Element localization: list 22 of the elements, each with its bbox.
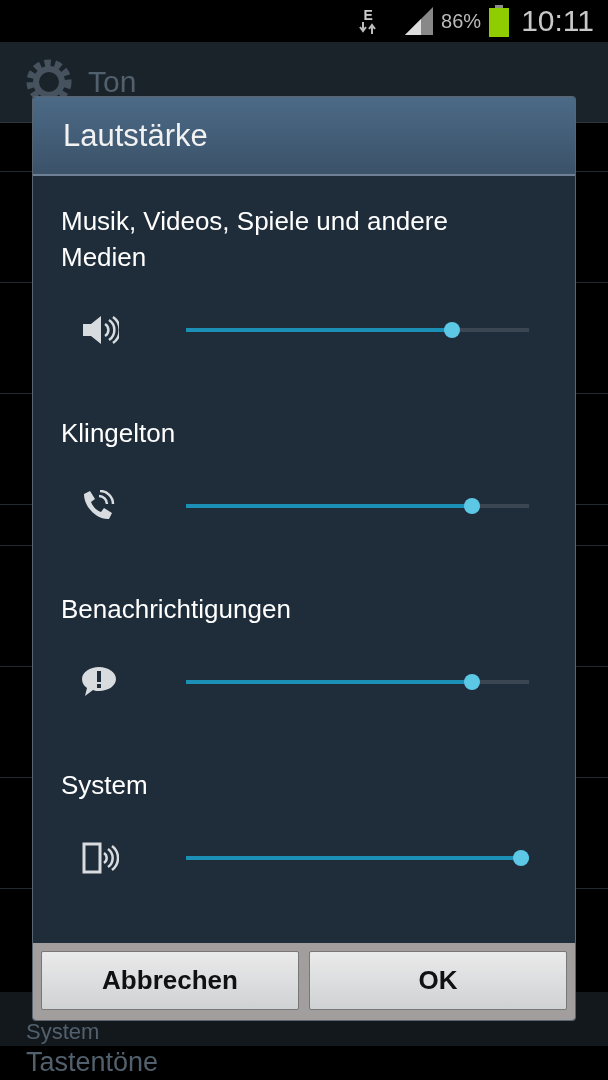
channel-label: Klingelton <box>61 417 177 451</box>
battery-percent: 86% <box>441 9 482 33</box>
channel-label: Musik, Videos, Spiele und andere Medien <box>61 205 449 275</box>
channel-label: System <box>61 769 149 803</box>
channel-label: Benachrichtigungen <box>61 593 292 627</box>
slider-thumb[interactable] <box>463 498 480 515</box>
cancel-button[interactable]: Abbrechen <box>41 951 299 1010</box>
screen-title: Ton <box>88 65 137 99</box>
speaker-icon <box>81 315 119 346</box>
slider-thumb[interactable] <box>513 850 529 867</box>
dialog-title: Lautstärke <box>63 117 208 154</box>
slider-thumb[interactable] <box>463 674 480 691</box>
data-arrows-icon <box>359 22 378 34</box>
network-type: E <box>363 8 373 22</box>
battery-icon <box>489 5 510 37</box>
alert-bubble-icon <box>81 666 117 699</box>
section-title: System <box>26 1020 100 1044</box>
phone-vibrate-icon <box>81 842 119 875</box>
signal-icon <box>405 7 434 35</box>
ok-button[interactable]: OK <box>309 951 567 1010</box>
slider-thumb[interactable] <box>444 322 461 339</box>
clock: 10:11 <box>521 4 594 38</box>
